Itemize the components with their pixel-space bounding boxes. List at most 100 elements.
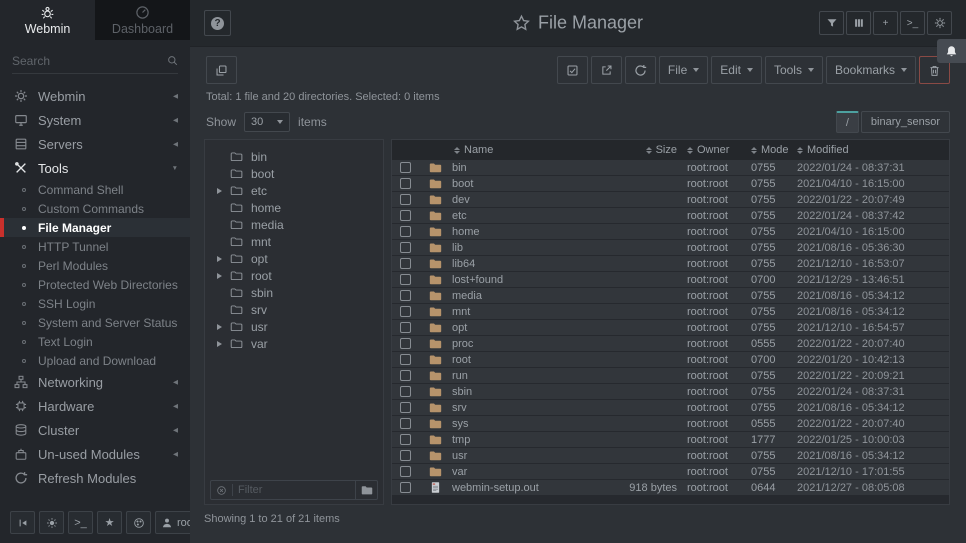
sidebar-item[interactable]: Tools ▼ (0, 156, 190, 180)
sidebar-item[interactable]: Upload and Download (0, 351, 190, 370)
column-header[interactable]: Name (454, 144, 613, 156)
row-checkbox[interactable] (400, 242, 411, 253)
row-checkbox[interactable] (400, 162, 411, 173)
row-checkbox[interactable] (400, 466, 411, 477)
sidebar-item[interactable]: Text Login (0, 332, 190, 351)
file-name[interactable]: etc (452, 210, 613, 222)
sidebar-item[interactable]: Hardware ◀ (0, 394, 190, 418)
toolbar-menu-button[interactable]: Tools (765, 56, 823, 84)
tree-item[interactable]: srv (205, 301, 383, 318)
refresh-button[interactable] (625, 56, 656, 84)
sidebar-item[interactable]: Refresh Modules (0, 466, 190, 490)
table-row[interactable]: sys root:root 0555 2022/01/22 - 20:07:40 (392, 416, 949, 432)
file-name[interactable]: sys (452, 418, 613, 430)
theme-palette-button[interactable] (126, 511, 151, 534)
tree-item[interactable]: root (205, 267, 383, 284)
table-row[interactable]: etc root:root 0755 2022/01/24 - 08:37:42 (392, 208, 949, 224)
file-name[interactable]: dev (452, 194, 613, 206)
column-header[interactable]: Mode (751, 144, 797, 156)
row-checkbox[interactable] (400, 386, 411, 397)
file-name[interactable]: bin (452, 162, 613, 174)
row-checkbox[interactable] (400, 290, 411, 301)
table-row[interactable]: srv root:root 0755 2021/08/16 - 05:34:12 (392, 400, 949, 416)
file-name[interactable]: sbin (452, 386, 613, 398)
toolbar-menu-button[interactable]: File (659, 56, 708, 84)
shell-button[interactable]: >_ (68, 511, 93, 534)
sidebar-item[interactable]: System and Server Status (0, 313, 190, 332)
row-checkbox[interactable] (400, 370, 411, 381)
row-checkbox[interactable] (400, 418, 411, 429)
clone-window-button[interactable] (206, 56, 237, 84)
file-name[interactable]: proc (452, 338, 613, 350)
sidebar-item[interactable]: File Manager (0, 218, 190, 237)
row-checkbox[interactable] (400, 178, 411, 189)
row-checkbox[interactable] (400, 194, 411, 205)
table-row[interactable]: run root:root 0755 2022/01/22 - 20:09:21 (392, 368, 949, 384)
file-name[interactable]: run (452, 370, 613, 382)
expand-caret-icon[interactable] (217, 341, 222, 347)
expand-caret-icon[interactable] (217, 188, 222, 194)
file-name[interactable]: var (452, 466, 613, 478)
terminal-button[interactable]: >_ (900, 11, 925, 35)
row-checkbox[interactable] (400, 450, 411, 461)
expand-caret-icon[interactable] (217, 324, 222, 330)
table-row[interactable]: root root:root 0700 2022/01/20 - 10:42:1… (392, 352, 949, 368)
row-checkbox[interactable] (400, 210, 411, 221)
file-name[interactable]: media (452, 290, 613, 302)
file-name[interactable]: usr (452, 450, 613, 462)
sort-icon[interactable] (454, 147, 460, 154)
tree-item[interactable]: media (205, 216, 383, 233)
breadcrumb-current[interactable]: binary_sensor (861, 111, 950, 133)
filter-input[interactable] (238, 484, 355, 496)
add-button[interactable]: + (873, 11, 898, 35)
tree-item[interactable]: mnt (205, 233, 383, 250)
file-name[interactable]: mnt (452, 306, 613, 318)
expand-caret-icon[interactable] (217, 273, 222, 279)
tree-item[interactable]: opt (205, 250, 383, 267)
tree-item[interactable]: sbin (205, 284, 383, 301)
row-checkbox[interactable] (400, 338, 411, 349)
select-all-button[interactable] (557, 56, 588, 84)
table-row[interactable]: media root:root 0755 2021/08/16 - 05:34:… (392, 288, 949, 304)
sidebar-item[interactable]: Un-used Modules ◀ (0, 442, 190, 466)
file-name[interactable]: boot (452, 178, 613, 190)
sidebar-item[interactable]: Custom Commands (0, 199, 190, 218)
table-row[interactable]: lost+found root:root 0700 2021/12/29 - 1… (392, 272, 949, 288)
row-checkbox[interactable] (400, 354, 411, 365)
row-checkbox[interactable] (400, 322, 411, 333)
expand-caret-icon[interactable] (217, 256, 222, 262)
table-row[interactable]: var root:root 0755 2021/12/10 - 17:01:55 (392, 464, 949, 480)
paste-export-button[interactable] (591, 56, 622, 84)
column-header[interactable]: Modified (797, 144, 943, 156)
sidebar-item[interactable]: Protected Web Directories (0, 275, 190, 294)
file-name[interactable]: lost+found (452, 274, 613, 286)
sidebar-item[interactable]: Cluster ◀ (0, 418, 190, 442)
row-checkbox[interactable] (400, 482, 411, 493)
file-name[interactable]: home (452, 226, 613, 238)
sidebar-item[interactable]: Networking ◀ (0, 370, 190, 394)
table-row[interactable]: opt root:root 0755 2021/12/10 - 16:54:57 (392, 320, 949, 336)
file-name[interactable]: tmp (452, 434, 613, 446)
sidebar-item[interactable]: System ◀ (0, 108, 190, 132)
favorite-star-icon[interactable] (513, 15, 530, 32)
row-checkbox[interactable] (400, 306, 411, 317)
table-row[interactable]: lib root:root 0755 2021/08/16 - 05:36:30 (392, 240, 949, 256)
sort-icon[interactable] (797, 147, 803, 154)
sidebar-item[interactable]: Command Shell (0, 180, 190, 199)
page-size-select[interactable]: 30 (244, 112, 290, 132)
column-header[interactable]: Owner (687, 144, 751, 156)
row-checkbox[interactable] (400, 226, 411, 237)
table-row[interactable]: boot root:root 0755 2021/04/10 - 16:15:0… (392, 176, 949, 192)
theme-toggle-button[interactable] (39, 511, 64, 534)
sort-icon[interactable] (687, 147, 693, 154)
tab-dashboard[interactable]: Dashboard (95, 0, 190, 40)
search-input[interactable] (12, 54, 167, 68)
file-name[interactable]: lib (452, 242, 613, 254)
tab-webmin[interactable]: Webmin (0, 0, 95, 40)
sort-icon[interactable] (751, 147, 757, 154)
table-row[interactable]: webmin-setup.out 918 bytes root:root 064… (392, 480, 949, 496)
table-row[interactable]: proc root:root 0555 2022/01/22 - 20:07:4… (392, 336, 949, 352)
row-checkbox[interactable] (400, 402, 411, 413)
tree-item[interactable]: boot (205, 165, 383, 182)
table-row[interactable]: lib64 root:root 0755 2021/12/10 - 16:53:… (392, 256, 949, 272)
